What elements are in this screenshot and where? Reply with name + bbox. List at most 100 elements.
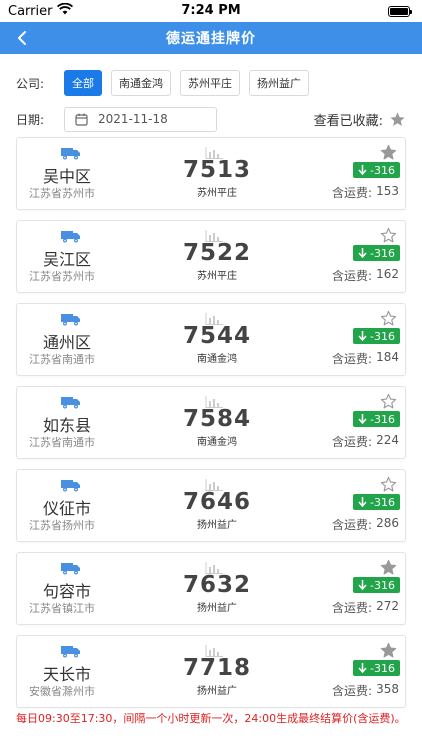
company-name: 南通金鸿: [197, 437, 237, 448]
freight-label: 含运费:: [332, 269, 373, 283]
price-value: 7544: [182, 323, 251, 349]
nav-bar: 德运通挂牌价: [0, 22, 422, 54]
company-chip-yangzhou-yiguang[interactable]: 扬州益广: [249, 70, 309, 96]
chevron-left-icon: [18, 31, 26, 45]
date-row: 日期: 2021-11-18 查看已收藏:: [0, 106, 422, 132]
date-value: 2021-11-18: [98, 112, 168, 126]
arrow-down-icon: [358, 248, 367, 258]
truck-icon: [61, 231, 80, 243]
star-icon[interactable]: [380, 393, 397, 410]
price-change-value: -316: [370, 412, 395, 426]
price-value: 7632: [182, 572, 251, 598]
truck-icon: [61, 646, 80, 658]
truck-icon: [61, 480, 80, 492]
price-change-badge: -316: [353, 660, 400, 676]
star-icon[interactable]: [380, 144, 397, 161]
company-name: 苏州平庄: [197, 188, 237, 199]
carrier-label: Carrier: [8, 3, 53, 19]
price-change-value: -316: [370, 163, 395, 177]
company-name: 扬州益广: [197, 520, 237, 531]
price-card[interactable]: 吴中区 江苏省苏州市 7513 苏州平庄 -316 含运费: 153: [16, 137, 406, 210]
district-name: 仪征市: [43, 499, 92, 518]
price-change-badge: -316: [353, 494, 400, 510]
company-chip-nantong-jinhong[interactable]: 南通金鸿: [111, 70, 171, 96]
update-note: 每日09:30至17:30，间隔一个小时更新一次，24:00生成最终结算价(含运…: [16, 712, 406, 725]
arrow-down-icon: [358, 663, 367, 673]
price-card[interactable]: 通州区 江苏省南通市 7544 南通金鸿 -316 含运费: 184: [16, 303, 406, 376]
freight-label: 含运费:: [332, 352, 373, 366]
province-city: 安徽省滁州市: [29, 685, 95, 698]
company-chip-all[interactable]: 全部: [64, 70, 102, 96]
star-icon[interactable]: [380, 642, 397, 659]
price-change-value: -316: [370, 246, 395, 260]
province-city: 江苏省苏州市: [29, 187, 95, 200]
freight-info: 含运费: 358: [332, 682, 399, 699]
freight-info: 含运费: 184: [332, 350, 399, 367]
truck-icon: [61, 563, 80, 575]
truck-icon: [61, 148, 80, 160]
province-city: 江苏省苏州市: [29, 270, 95, 283]
view-favorites-label: 查看已收藏:: [313, 113, 383, 129]
province-city: 江苏省南通市: [29, 353, 95, 366]
district-name: 如东县: [43, 416, 92, 435]
arrow-down-icon: [358, 414, 367, 424]
status-bar: Carrier 7:24 PM: [0, 0, 422, 22]
freight-value: 286: [376, 516, 399, 530]
freight-info: 含运费: 272: [332, 599, 399, 616]
freight-label: 含运费:: [332, 518, 373, 532]
company-filter-label: 公司:: [16, 76, 45, 91]
price-change-value: -316: [370, 329, 395, 343]
company-name: 扬州益广: [197, 603, 237, 614]
star-icon[interactable]: [380, 559, 397, 576]
price-change-value: -316: [370, 495, 395, 509]
price-change-badge: -316: [353, 577, 400, 593]
arrow-down-icon: [358, 331, 367, 341]
company-name: 扬州益广: [197, 686, 237, 697]
province-city: 江苏省镇江市: [29, 602, 95, 615]
star-icon: [390, 111, 405, 126]
freight-value: 224: [376, 433, 399, 447]
freight-info: 含运费: 153: [332, 184, 399, 201]
price-change-badge: -316: [353, 411, 400, 427]
company-name: 苏州平庄: [197, 271, 237, 282]
district-name: 天长市: [43, 665, 92, 684]
star-icon[interactable]: [380, 476, 397, 493]
freight-label: 含运费:: [332, 186, 373, 200]
freight-value: 272: [376, 599, 399, 613]
freight-info: 含运费: 286: [332, 516, 399, 533]
freight-label: 含运费:: [332, 435, 373, 449]
arrow-down-icon: [358, 497, 367, 507]
price-card[interactable]: 吴江区 江苏省苏州市 7522 苏州平庄 -316 含运费: 162: [16, 220, 406, 293]
company-chip-suzhou-pingzhuang[interactable]: 苏州平庄: [180, 70, 240, 96]
battery-icon: [388, 5, 412, 17]
date-picker[interactable]: 2021-11-18: [64, 106, 217, 132]
price-card[interactable]: 如东县 江苏省南通市 7584 南通金鸿 -316 含运费: 224: [16, 386, 406, 459]
province-city: 江苏省扬州市: [29, 519, 95, 532]
price-card[interactable]: 天长市 安徽省滁州市 7718 扬州益广 -316 含运费: 358: [16, 635, 406, 708]
district-name: 吴江区: [43, 250, 92, 269]
star-icon[interactable]: [380, 310, 397, 327]
freight-value: 184: [376, 350, 399, 364]
star-icon[interactable]: [380, 227, 397, 244]
freight-value: 153: [376, 184, 399, 198]
freight-value: 162: [376, 267, 399, 281]
district-name: 吴中区: [43, 167, 92, 186]
price-change-badge: -316: [353, 162, 400, 178]
company-filter: 公司: 全部 南通金鸿 苏州平庄 扬州益广: [0, 70, 422, 96]
price-change-value: -316: [370, 661, 395, 675]
price-card[interactable]: 仪征市 江苏省扬州市 7646 扬州益广 -316 含运费: 286: [16, 469, 406, 542]
page-title: 德运通挂牌价: [166, 31, 256, 47]
freight-info: 含运费: 162: [332, 267, 399, 284]
price-value: 7718: [182, 655, 251, 681]
price-card[interactable]: 句容市 江苏省镇江市 7632 扬州益广 -316 含运费: 272: [16, 552, 406, 625]
freight-label: 含运费:: [332, 684, 373, 698]
view-favorites-button[interactable]: 查看已收藏:: [314, 110, 406, 129]
price-list: 吴中区 江苏省苏州市 7513 苏州平庄 -316 含运费: 153 吴江区 江…: [0, 137, 422, 708]
price-value: 7584: [182, 406, 251, 432]
back-button[interactable]: [10, 26, 34, 50]
freight-label: 含运费:: [332, 601, 373, 615]
freight-value: 358: [376, 682, 399, 696]
price-value: 7646: [182, 489, 251, 515]
price-value: 7513: [182, 157, 251, 183]
district-name: 句容市: [43, 582, 92, 601]
